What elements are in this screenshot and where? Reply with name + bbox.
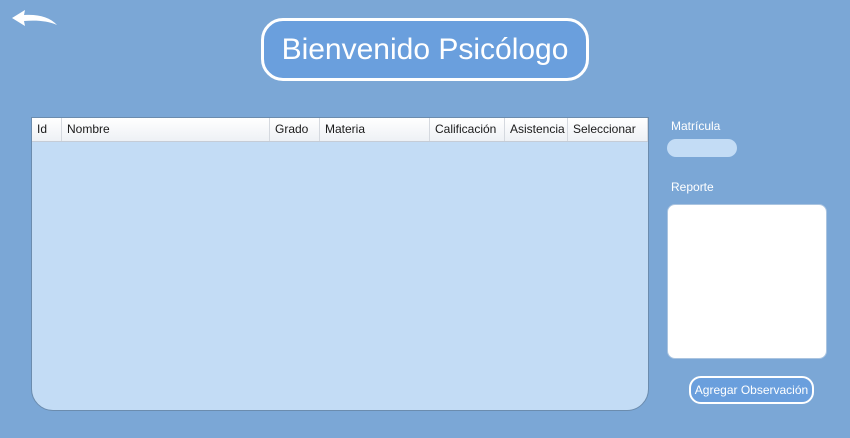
grid-header: Id Nombre Grado Materia Calificación Asi… [32, 118, 648, 142]
reporte-label: Reporte [671, 180, 714, 194]
column-header-nombre[interactable]: Nombre [62, 118, 270, 141]
matricula-label: Matrícula [671, 119, 721, 133]
column-header-calificacion[interactable]: Calificación [430, 118, 505, 141]
column-header-id[interactable]: Id [32, 118, 62, 141]
column-header-seleccionar[interactable]: Seleccionar [568, 118, 648, 141]
column-header-grado[interactable]: Grado [270, 118, 320, 141]
agregar-observacion-button[interactable]: Agregar Observación [689, 376, 814, 404]
column-header-materia[interactable]: Materia [320, 118, 430, 141]
reporte-textarea[interactable] [667, 204, 827, 359]
matricula-input[interactable] [667, 139, 737, 157]
students-grid[interactable]: Id Nombre Grado Materia Calificación Asi… [31, 117, 649, 411]
back-button[interactable] [10, 8, 60, 32]
back-arrow-icon [12, 10, 57, 26]
column-header-asistencia[interactable]: Asistencia [505, 118, 568, 141]
page-title: Bienvenido Psicólogo [261, 18, 589, 81]
